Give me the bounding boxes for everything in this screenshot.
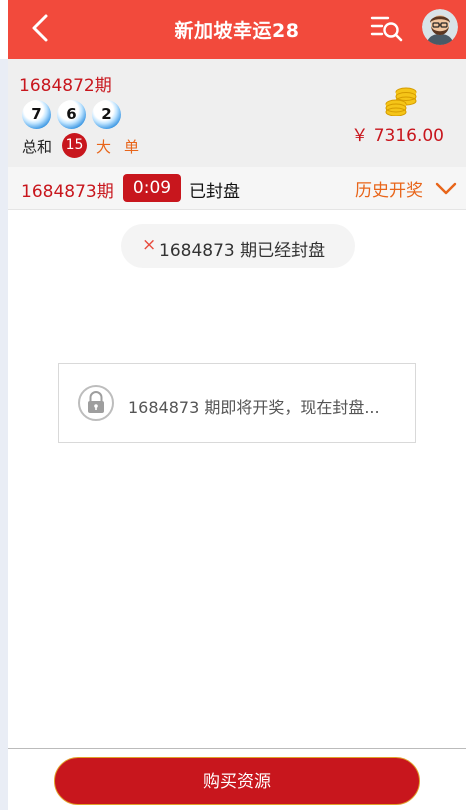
sum-size-label: 大 [96,138,112,156]
app-header: 新加坡幸运28 [8,0,466,59]
buy-button[interactable]: 购买资源 [54,757,420,805]
sum-parity-label: 单 [124,138,140,156]
toast-message: 1684873 期已经封盘 [159,241,326,261]
current-issue-bar: 1684873期 0:09 已封盘 历史开奖 [8,167,466,210]
current-issue-number: 1684873期 [21,182,114,202]
sealed-toast: × 1684873 期已经封盘 [121,224,355,268]
result-ball: 7 [22,100,51,129]
result-ball: 2 [92,100,121,129]
close-icon: × [142,235,157,255]
list-search-icon[interactable] [370,13,404,43]
last-draw-panel: 1684872期 7 6 2 总和 15 大 单 ￥ 7316.00 [8,59,466,168]
balance-amount: ￥ 7316.00 [351,126,444,146]
sealed-notice: 1684873 期即将开奖，现在封盘... [58,363,416,443]
footer-bar: 购买资源 [8,748,466,811]
left-edge-strip [0,59,8,810]
gold-coins-icon [384,84,420,117]
notice-message: 1684873 期即将开奖，现在封盘... [128,398,380,417]
sum-value-badge: 15 [62,133,87,158]
sealed-status: 已封盘 [189,182,240,202]
last-issue-number: 1684872期 [19,76,112,96]
sum-label: 总和 [22,138,53,156]
countdown-timer: 0:09 [123,174,181,202]
lock-icon [77,384,115,422]
result-ball: 6 [57,100,86,129]
history-draws-link[interactable]: 历史开奖 [355,176,423,201]
chevron-down-icon[interactable] [435,181,457,195]
avatar[interactable] [422,9,458,45]
